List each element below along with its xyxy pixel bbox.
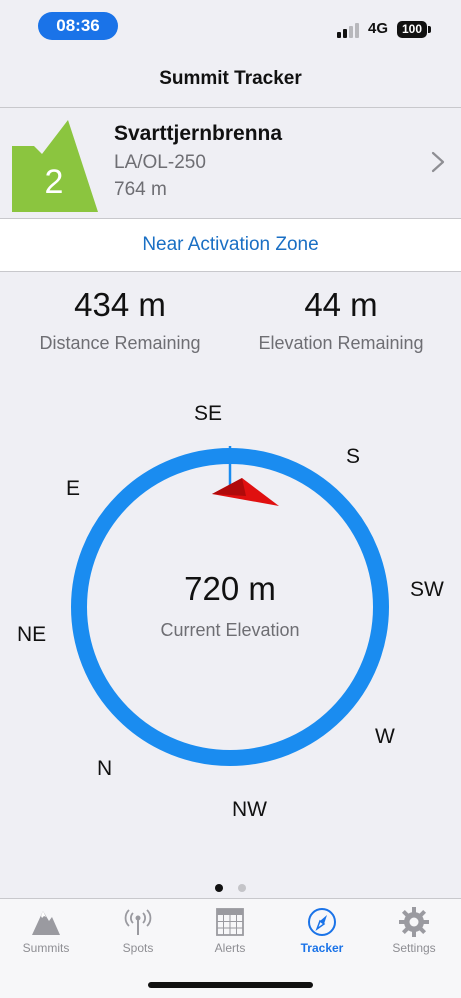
compass-label-s: S: [346, 445, 361, 468]
tab-label: Settings: [392, 941, 436, 955]
compass-label-sw: SW: [410, 578, 444, 601]
tab-alerts[interactable]: Alerts: [184, 907, 276, 955]
mountain-icon: [32, 911, 60, 935]
tab-settings[interactable]: Settings: [368, 907, 460, 955]
page-dot[interactable]: [237, 884, 246, 892]
antenna-icon: [124, 909, 152, 935]
compass-label-e: E: [66, 477, 81, 500]
compass-label-w: W: [375, 725, 395, 748]
current-elevation-label: Current Elevation: [160, 620, 300, 640]
page-dot-active[interactable]: [215, 884, 224, 892]
calendar-icon: [216, 908, 244, 936]
compass-icon: [308, 908, 336, 936]
tab-label: Spots: [122, 941, 154, 955]
compass-label-nw: NW: [232, 798, 267, 821]
tab-tracker[interactable]: Tracker: [276, 907, 368, 955]
page-indicator[interactable]: [0, 879, 461, 897]
compass-label-n: N: [97, 757, 113, 780]
tab-label: Tracker: [300, 941, 344, 955]
compass-label-se: SE: [194, 402, 223, 425]
compass-label-ne: NE: [17, 623, 47, 646]
tab-label: Alerts: [214, 941, 246, 955]
home-indicator[interactable]: [148, 982, 313, 988]
gear-icon: [399, 907, 429, 937]
tab-summits[interactable]: Summits: [0, 907, 92, 955]
tab-spots[interactable]: Spots: [92, 907, 184, 955]
tab-label: Summits: [22, 941, 70, 955]
current-elevation-value: 720 m: [184, 570, 276, 607]
